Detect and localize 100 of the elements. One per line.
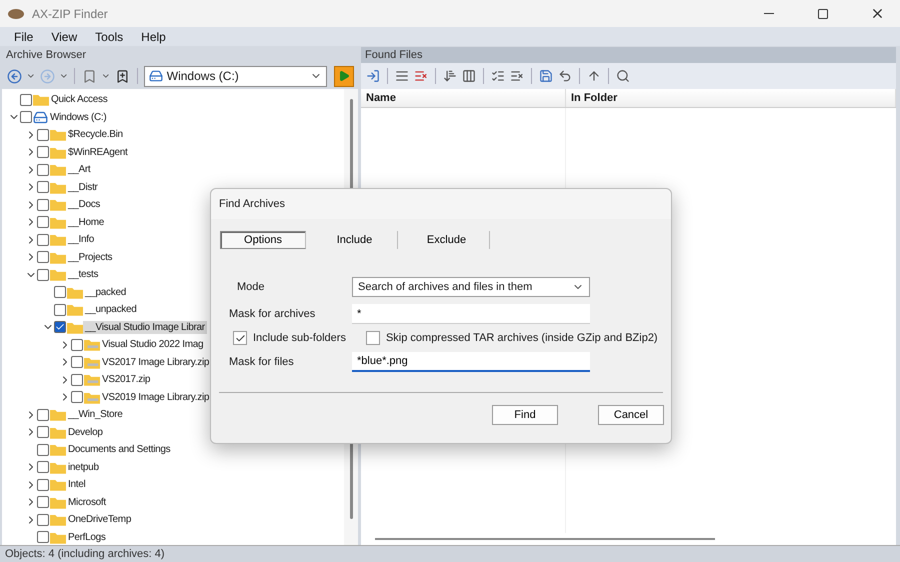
location-dropdown[interactable]: Windows (C:) [144, 66, 327, 86]
checkbox[interactable] [37, 251, 49, 264]
tree-item[interactable]: VS2017.zip [100, 373, 152, 386]
folder-icon [67, 320, 83, 334]
checkbox[interactable] [37, 496, 49, 508]
checkbox[interactable] [37, 461, 49, 474]
tree-item[interactable]: __tests [66, 268, 100, 282]
tree-item[interactable]: PerfLogs [66, 530, 108, 544]
checkbox[interactable] [20, 111, 32, 124]
checkbox[interactable] [71, 356, 83, 368]
tree-item[interactable]: __packed [83, 286, 128, 299]
tab[interactable]: Options [220, 231, 306, 249]
archive-folder-icon [84, 338, 100, 352]
cancel-button[interactable]: Cancel [598, 405, 664, 425]
checkbox[interactable] [54, 321, 66, 334]
input-field[interactable]: *blue*.png [352, 352, 590, 372]
folder-icon [50, 268, 66, 282]
checkbox[interactable] [37, 408, 49, 421]
checkbox[interactable] [71, 374, 83, 386]
checkbox[interactable]: Skip compressed TAR archives (inside GZip and BZip2) [366, 331, 658, 345]
checkbox[interactable] [37, 478, 49, 491]
checkbox[interactable] [37, 444, 49, 456]
panel-title: Found Files [361, 47, 896, 63]
folder-icon [67, 286, 83, 299]
tree-item[interactable]: __Docs [66, 198, 102, 212]
play-icon [338, 70, 350, 82]
back-button[interactable] [6, 68, 23, 84]
checkbox[interactable] [37, 181, 49, 194]
checkbox[interactable] [37, 216, 49, 228]
folder-icon [33, 93, 49, 106]
maximize-icon [817, 8, 829, 20]
tree-item[interactable]: Documents and Settings [66, 443, 172, 456]
column-header[interactable]: In Folder [566, 89, 896, 107]
checkbox[interactable] [71, 391, 83, 404]
tree-item[interactable]: Visual Studio 2022 Imag [100, 338, 206, 352]
checkbox[interactable]: Include sub-folders [233, 331, 346, 345]
tree-item[interactable]: __Visual Studio Image Librar [83, 320, 207, 334]
column-header[interactable]: Name [361, 89, 566, 107]
find-button[interactable]: Find [492, 405, 558, 425]
checkbox[interactable] [37, 198, 49, 211]
tree-item[interactable]: $Recycle.Bin [66, 128, 125, 142]
app-icon [8, 8, 24, 18]
checkbox[interactable] [37, 268, 49, 281]
checkbox[interactable] [37, 234, 49, 246]
tree-item[interactable]: __Home [66, 216, 106, 229]
checkbox[interactable] [54, 286, 66, 298]
checkbox[interactable] [54, 304, 66, 316]
tree-item[interactable]: Develop [66, 426, 105, 439]
field-label: Mask for archives [229, 308, 316, 320]
tree-item[interactable]: __Info [66, 233, 96, 246]
tree-item[interactable]: __Projects [66, 250, 114, 264]
undo-button[interactable] [557, 68, 573, 84]
archive-folder-icon [84, 373, 100, 386]
go-button[interactable] [334, 66, 354, 86]
tree-item[interactable]: inetpub [66, 460, 101, 474]
tree-item[interactable]: Quick Access [49, 93, 110, 106]
dialog-title: Find Archives [211, 189, 671, 219]
toolbar-button[interactable] [461, 68, 477, 84]
checkbox[interactable] [37, 514, 49, 526]
folder-icon [50, 128, 66, 142]
tree-item[interactable]: __Win_Store [66, 408, 125, 422]
folder-icon [67, 303, 83, 316]
checkbox[interactable] [20, 94, 32, 106]
search-button[interactable] [615, 68, 631, 84]
tab[interactable]: Exclude [404, 231, 490, 249]
field-label: Mask for files [229, 356, 295, 368]
save-button[interactable] [538, 68, 554, 84]
mode-dropdown[interactable]: Search of archives and files in them [352, 277, 590, 297]
checkbox[interactable] [37, 128, 49, 141]
tree-item[interactable]: VS2017 Image Library.zip [100, 356, 212, 369]
tree-item[interactable]: Intel [66, 478, 88, 492]
toolbar-button[interactable] [365, 68, 381, 84]
checkbox[interactable] [37, 426, 49, 438]
input-field[interactable]: * [352, 304, 590, 324]
checkbox[interactable] [37, 164, 49, 176]
folder-icon [50, 513, 66, 526]
toolbar-button[interactable] [442, 68, 458, 84]
tree-item[interactable]: __Art [66, 163, 92, 176]
tree-item[interactable]: __unpacked [83, 303, 138, 316]
minimize-icon [764, 13, 774, 14]
folder-icon [50, 426, 66, 439]
tree-item[interactable]: Microsoft [66, 496, 108, 509]
tab[interactable]: Include [312, 231, 398, 249]
folder-icon [50, 250, 66, 264]
checkbox[interactable] [37, 146, 49, 158]
tree-item[interactable]: Windows (C:) [48, 110, 108, 124]
tree-item[interactable]: OneDriveTemp [66, 513, 134, 526]
tree-item[interactable]: $WinREAgent [66, 146, 130, 159]
window-title: AX-ZIP Finder [32, 6, 109, 20]
menu-item[interactable]: View [43, 30, 86, 44]
field-label: Mode [236, 281, 266, 293]
checkbox[interactable] [71, 338, 83, 351]
tree-item[interactable]: VS2019 Image Library.zip [100, 390, 212, 404]
menu-item[interactable]: Tools [87, 30, 132, 44]
menu-item[interactable]: Help [133, 30, 174, 44]
status-bar: Objects: 4 (including archives: 4) [0, 545, 900, 562]
menu-item[interactable]: File [6, 30, 42, 44]
checkbox[interactable] [37, 531, 49, 544]
check-icon [234, 332, 246, 344]
tree-item[interactable]: __Distr [66, 180, 100, 194]
